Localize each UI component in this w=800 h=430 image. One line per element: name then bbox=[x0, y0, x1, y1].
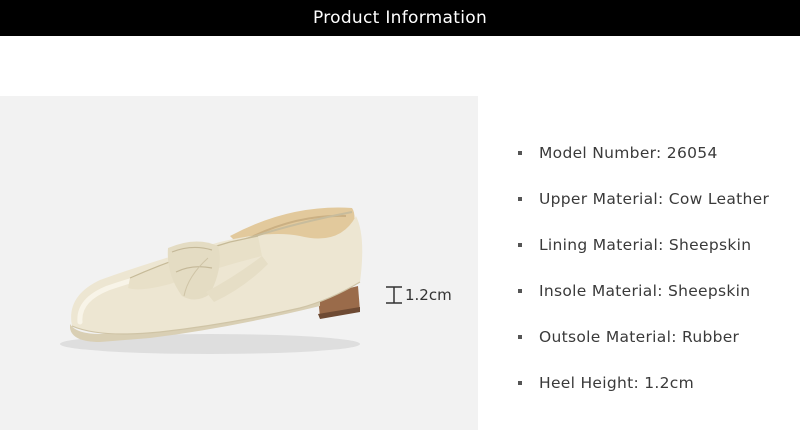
header-title: Product Information bbox=[312, 8, 488, 28]
bullet-icon bbox=[518, 151, 522, 155]
loafer-shoe-icon bbox=[60, 207, 363, 354]
spec-item-outsole-material: Outsole Material: Rubber bbox=[518, 314, 800, 360]
bullet-icon bbox=[518, 335, 522, 339]
spec-text: Lining Material: Sheepskin bbox=[539, 236, 752, 254]
height-indicator-icon bbox=[386, 286, 402, 304]
spec-item-insole-material: Insole Material: Sheepskin bbox=[518, 268, 800, 314]
spec-item-heel-height: Heel Height: 1.2cm bbox=[518, 360, 800, 406]
product-photo bbox=[0, 96, 478, 430]
bullet-icon bbox=[518, 381, 522, 385]
spec-text: Insole Material: Sheepskin bbox=[539, 282, 751, 300]
spec-item-lining-material: Lining Material: Sheepskin bbox=[518, 222, 800, 268]
bullet-icon bbox=[518, 197, 522, 201]
spec-list: Model Number: 26054 Upper Material: Cow … bbox=[518, 130, 800, 406]
spec-text: Outsole Material: Rubber bbox=[539, 328, 740, 346]
heel-height-marker: 1.2cm bbox=[384, 285, 464, 305]
bullet-icon bbox=[518, 289, 522, 293]
spec-text: Upper Material: Cow Leather bbox=[539, 190, 770, 208]
spec-item-model-number: Model Number: 26054 bbox=[518, 130, 800, 176]
spec-text: Model Number: 26054 bbox=[539, 144, 718, 162]
spec-item-upper-material: Upper Material: Cow Leather bbox=[518, 176, 800, 222]
header-bar: Product Information bbox=[0, 0, 800, 36]
spec-text: Heel Height: 1.2cm bbox=[539, 374, 695, 392]
bullet-icon bbox=[518, 243, 522, 247]
heel-height-label: 1.2cm bbox=[405, 286, 452, 304]
